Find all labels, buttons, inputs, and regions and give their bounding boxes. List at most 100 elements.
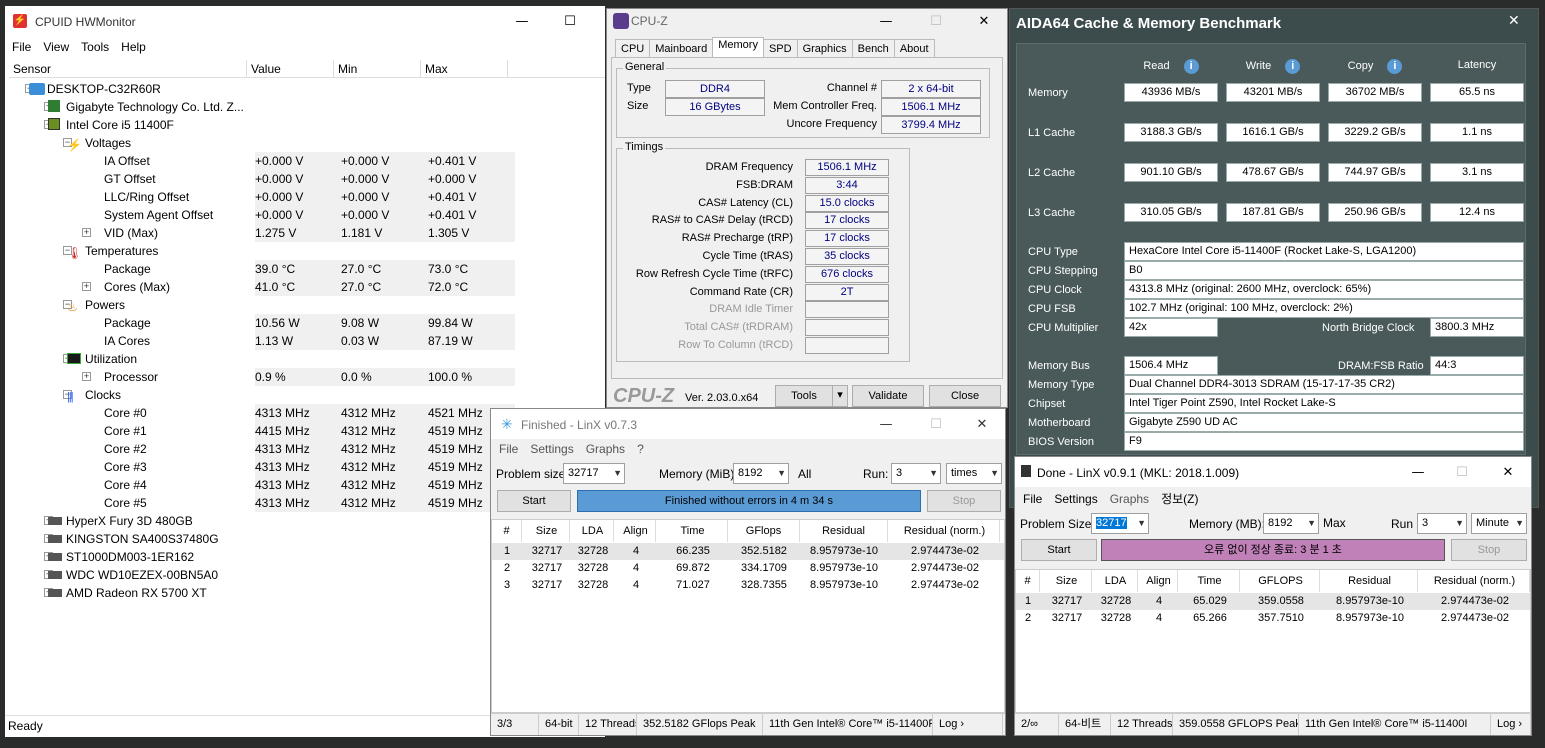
tree-group-clocks[interactable]: − ||| Clocks (5, 386, 605, 404)
linx2-max-label[interactable]: Max (1323, 516, 1346, 530)
linx1-stop-button[interactable]: Stop (927, 490, 1001, 512)
col-max[interactable]: Max (421, 60, 508, 77)
expand-icon[interactable]: + (82, 282, 91, 291)
info-icon[interactable]: i (1285, 59, 1301, 74)
linx2-stop-button[interactable]: Stop (1451, 539, 1527, 561)
linx2-maximize-button[interactable]: ☐ (1439, 457, 1485, 487)
linx2-close-icon[interactable]: ✕ (1485, 457, 1531, 487)
linx1-ps-select[interactable]: 32717 ▼ (563, 463, 625, 484)
tab-memory[interactable]: Memory (712, 37, 764, 58)
linx1-maximize-button[interactable]: ☐ (913, 409, 959, 439)
linx2-titlebar[interactable]: Done - LinX v0.9.1 (MKL: 2018.1.009) — ☐… (1015, 457, 1531, 487)
linx2-menu-graphs[interactable]: Graphs (1110, 492, 1149, 506)
tree-cpu[interactable]: −Intel Core i5 11400F (5, 116, 605, 134)
col-header[interactable]: GFLOPS (1242, 570, 1320, 592)
table-row[interactable]: 2 32717 32728 4 65.266 357.7510 8.957973e-10 2.… (1016, 610, 1530, 627)
expand-icon[interactable]: + (82, 372, 91, 381)
info-icon[interactable]: i (1387, 59, 1403, 74)
tree-mobo[interactable]: +Gigabyte Technology Co. Ltd. Z... (5, 98, 605, 116)
validate-button[interactable]: Validate (852, 385, 924, 407)
linx2-menu-info[interactable]: 정보(Z) (1161, 492, 1198, 506)
col-sensor[interactable]: Sensor (9, 60, 247, 77)
col-header[interactable]: Residual (800, 520, 888, 542)
col-header[interactable]: Residual (1322, 570, 1418, 592)
linx1-unit-value: times (951, 467, 978, 479)
tools-dropdown-icon[interactable]: ▾ (832, 385, 848, 407)
col-header[interactable]: Residual (norm.) (1420, 570, 1530, 592)
table-row[interactable]: 3 32717 32728 4 71.027 328.7355 8.957973e-10 2.… (492, 577, 1004, 594)
linx1-titlebar[interactable]: ✳ Finished - LinX v0.7.3 — ☐ ✕ (491, 409, 1005, 439)
linx1-start-button[interactable]: Start (497, 490, 571, 512)
hwmonitor-titlebar[interactable]: ⚡ CPUID HWMonitor — ☐ (5, 6, 605, 36)
col-header[interactable]: LDA (572, 520, 614, 542)
tab-mainboard[interactable]: Mainboard (649, 39, 714, 58)
tab-graphics[interactable]: Graphics (796, 39, 853, 58)
cpuz-close-icon[interactable]: ✕ (961, 9, 1007, 33)
linx1-run-select[interactable]: 3 ▼ (891, 463, 941, 484)
table-row[interactable]: 1 32717 32728 4 66.235 352.5182 8.957973e-10 2.… (492, 543, 1004, 560)
tree-root[interactable]: −DESKTOP-C32R60R (5, 80, 605, 98)
linx2-mem-select[interactable]: 8192 ▼ (1263, 513, 1319, 534)
col-header[interactable]: Time (658, 520, 728, 542)
col-header[interactable]: GFlops (728, 520, 800, 542)
col-header[interactable]: Align (616, 520, 656, 542)
col-value[interactable]: Value (247, 60, 334, 77)
tab-bench[interactable]: Bench (851, 39, 895, 58)
sensor-row[interactable]: + Cores (Max) 41.0 °C 27.0 °C 72.0 °C (5, 278, 605, 296)
tab-spd[interactable]: SPD (762, 39, 798, 58)
linx1-minimize-button[interactable]: — (863, 409, 909, 439)
col-header[interactable]: Size (1042, 570, 1092, 592)
aida-close-icon[interactable]: ✕ (1508, 13, 1520, 29)
tree-group-powers[interactable]: − ♨ Powers (5, 296, 605, 314)
cpuz-titlebar[interactable]: CPU-Z — ☐ ✕ (607, 9, 1007, 33)
tree-group-voltages[interactable]: − ⚡ Voltages (5, 134, 605, 152)
menu-help[interactable]: Help (121, 40, 146, 54)
linx1-menu-graphs[interactable]: Graphs (586, 442, 625, 456)
sensor-value: +0.000 V (255, 190, 304, 204)
linx2-menu-settings[interactable]: Settings (1054, 492, 1097, 506)
tab-cpu[interactable]: CPU (615, 39, 651, 58)
linx1-mem-select[interactable]: 8192 ▼ (733, 463, 789, 484)
linx2-minimize-button[interactable]: — (1395, 457, 1441, 487)
table-row[interactable]: 2 32717 32728 4 69.872 334.1709 8.957973e-10 2.… (492, 560, 1004, 577)
status-field[interactable]: Log › (1491, 714, 1531, 735)
tree-group-temps[interactable]: − 🌡 Temperatures (5, 242, 605, 260)
col-header[interactable]: Residual (norm.) (890, 520, 1000, 542)
menu-file[interactable]: File (12, 40, 31, 54)
menu-tools[interactable]: Tools (81, 40, 109, 54)
linx2-unit-select[interactable]: Minute ▼ (1471, 513, 1527, 534)
table-cell: 32717 (1051, 612, 1083, 624)
status-field[interactable]: Log › (933, 714, 1003, 735)
col-header[interactable]: # (492, 520, 522, 542)
col-min[interactable]: Min (334, 60, 421, 77)
menu-view[interactable]: View (43, 40, 69, 54)
tree-group-util[interactable]: −Utilization (5, 350, 605, 368)
col-header[interactable]: # (1016, 570, 1040, 592)
maximize-button[interactable]: ☐ (547, 6, 593, 36)
linx2-ps-select[interactable]: 32717 ▼ (1091, 513, 1149, 534)
close-button[interactable]: Close (929, 385, 1001, 407)
cpuz-minimize-button[interactable]: — (863, 9, 909, 33)
linx1-all-label[interactable]: All (798, 467, 811, 481)
tools-button[interactable]: Tools (775, 385, 833, 407)
sensor-row[interactable]: + VID (Max) 1.275 V 1.181 V 1.305 V (5, 224, 605, 242)
linx1-menu-file[interactable]: File (499, 442, 518, 456)
linx2-start-button[interactable]: Start (1021, 539, 1097, 561)
col-header[interactable]: Size (524, 520, 570, 542)
col-header[interactable]: Align (1140, 570, 1178, 592)
tab-about[interactable]: About (893, 39, 935, 58)
sensor-row[interactable]: + Processor 0.9 % 0.0 % 100.0 % (5, 368, 605, 386)
col-header[interactable]: LDA (1094, 570, 1138, 592)
linx1-unit-select[interactable]: times ▼ (946, 463, 1002, 484)
linx2-menu-file[interactable]: File (1023, 492, 1042, 506)
linx1-close-icon[interactable]: ✕ (959, 409, 1005, 439)
linx1-menu-help[interactable]: ? (637, 442, 644, 456)
info-icon[interactable]: i (1183, 59, 1199, 74)
linx1-menu-settings[interactable]: Settings (530, 442, 573, 456)
table-row[interactable]: 1 32717 32728 4 65.029 359.0558 8.957973e-10 2.… (1016, 593, 1530, 610)
linx2-run-select[interactable]: 3 ▼ (1417, 513, 1467, 534)
col-header[interactable]: Time (1180, 570, 1240, 592)
cpuz-maximize-button[interactable]: ☐ (913, 9, 959, 33)
minimize-button[interactable]: — (499, 6, 545, 36)
expand-icon[interactable]: + (82, 228, 91, 237)
